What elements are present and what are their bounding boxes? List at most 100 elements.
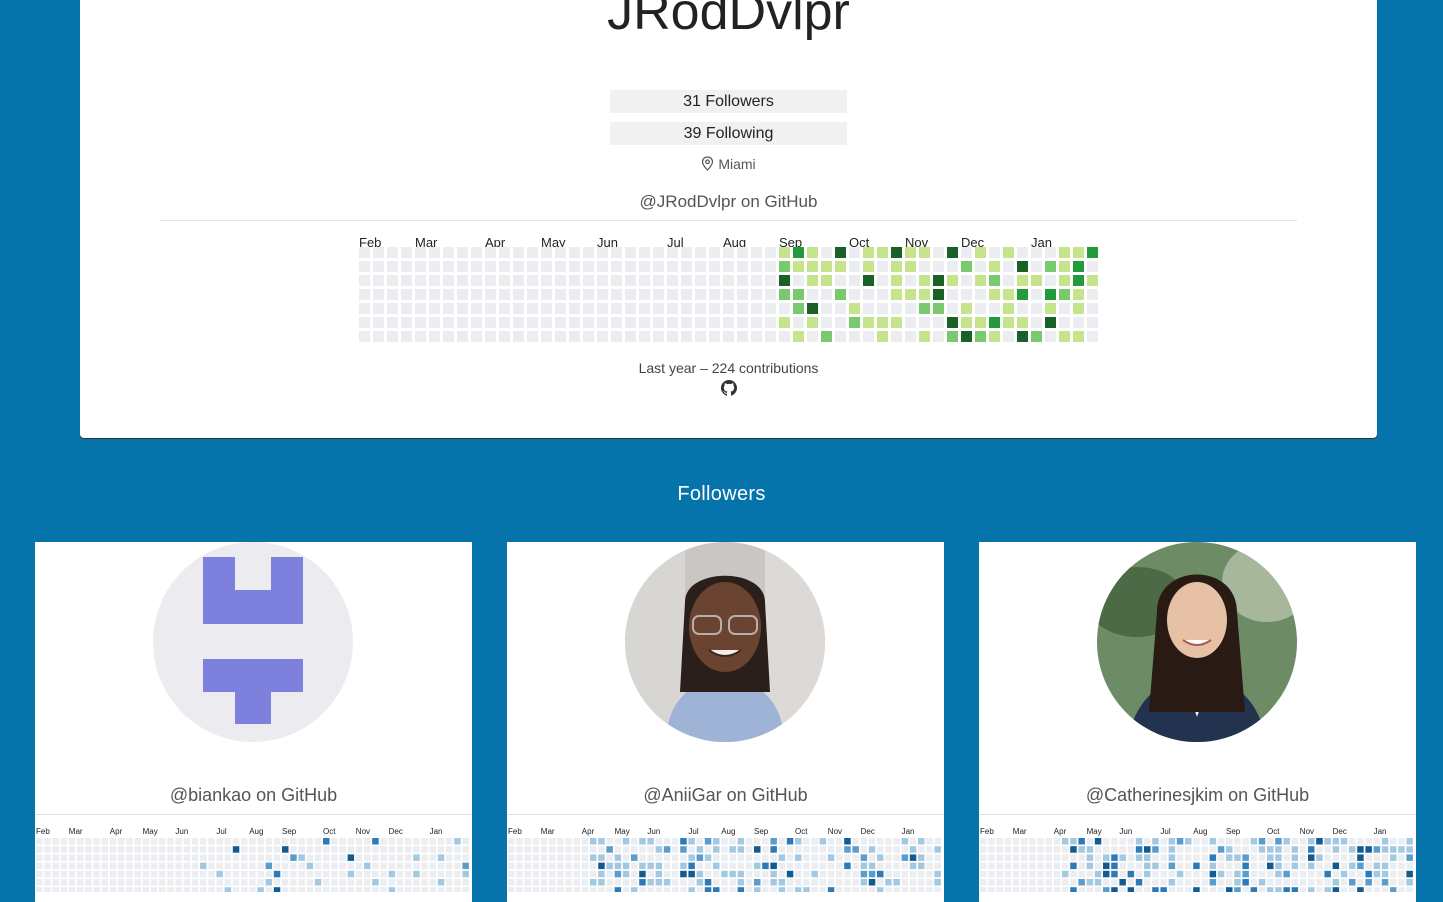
contribution-day[interactable] [996, 862, 1003, 870]
contribution-day[interactable] [877, 317, 888, 328]
contribution-day[interactable] [68, 879, 76, 886]
contribution-day[interactable] [891, 331, 902, 342]
contribution-day[interactable] [1021, 854, 1028, 861]
contribution-day[interactable] [1381, 854, 1389, 861]
contribution-day[interactable] [1373, 862, 1381, 870]
contribution-day[interactable] [721, 879, 728, 886]
contribution-day[interactable] [232, 870, 240, 878]
contribution-day[interactable] [1037, 854, 1044, 861]
contribution-day[interactable] [1160, 870, 1167, 878]
contribution-day[interactable] [565, 879, 572, 886]
contribution-day[interactable] [1012, 862, 1020, 870]
contribution-day[interactable] [786, 870, 794, 878]
contribution-day[interactable] [1406, 862, 1413, 870]
contribution-day[interactable] [183, 862, 191, 870]
contribution-day[interactable] [961, 289, 972, 300]
contribution-day[interactable] [961, 275, 972, 286]
contribution-day[interactable] [639, 870, 646, 878]
contribution-day[interactable] [1185, 879, 1192, 886]
contribution-day[interactable] [779, 289, 790, 300]
contribution-day[interactable] [1193, 879, 1200, 886]
contribution-day[interactable] [795, 854, 802, 861]
contribution-day[interactable] [77, 879, 84, 886]
contribution-day[interactable] [527, 317, 538, 328]
contribution-day[interactable] [471, 331, 482, 342]
contribution-day[interactable] [836, 854, 843, 861]
contribution-day[interactable] [208, 870, 215, 878]
contribution-day[interactable] [359, 247, 370, 258]
contribution-day[interactable] [1045, 289, 1056, 300]
contribution-day[interactable] [905, 289, 916, 300]
contribution-day[interactable] [1275, 870, 1282, 878]
contribution-day[interactable] [680, 870, 687, 878]
contribution-day[interactable] [614, 870, 622, 878]
contribution-day[interactable] [265, 846, 273, 853]
contribution-day[interactable] [200, 846, 207, 853]
contribution-day[interactable] [770, 870, 777, 878]
contribution-day[interactable] [396, 838, 404, 845]
contribution-day[interactable] [793, 331, 804, 342]
contribution-day[interactable] [101, 838, 109, 845]
contribution-day[interactable] [793, 261, 804, 272]
contribution-day[interactable] [1275, 838, 1282, 845]
contribution-day[interactable] [765, 303, 776, 314]
contribution-day[interactable] [1078, 870, 1085, 878]
contribution-day[interactable] [905, 303, 916, 314]
contribution-day[interactable] [1087, 289, 1098, 300]
contribution-day[interactable] [150, 846, 158, 853]
contribution-day[interactable] [1381, 862, 1389, 870]
contribution-day[interactable] [52, 879, 59, 886]
contribution-day[interactable] [1332, 870, 1340, 878]
contribution-day[interactable] [1073, 261, 1084, 272]
contribution-day[interactable] [101, 870, 109, 878]
contribution-day[interactable] [1390, 854, 1397, 861]
contribution-day[interactable] [387, 247, 398, 258]
contribution-day[interactable] [893, 846, 900, 853]
contribution-day[interactable] [639, 261, 650, 272]
contribution-day[interactable] [298, 846, 305, 853]
contribution-day[interactable] [1201, 870, 1208, 878]
contribution-day[interactable] [901, 870, 909, 878]
contribution-day[interactable] [355, 854, 363, 861]
contribution-day[interactable] [891, 289, 902, 300]
contribution-day[interactable] [819, 846, 827, 853]
contribution-day[interactable] [877, 303, 888, 314]
contribution-day[interactable] [704, 846, 712, 853]
contribution-day[interactable] [704, 838, 712, 845]
contribution-day[interactable] [224, 838, 232, 845]
contribution-day[interactable] [961, 261, 972, 272]
contribution-day[interactable] [988, 854, 995, 861]
contribution-day[interactable] [224, 870, 232, 878]
contribution-day[interactable] [1398, 854, 1405, 861]
contribution-day[interactable] [1045, 317, 1056, 328]
contribution-day[interactable] [737, 331, 748, 342]
contribution-day[interactable] [364, 879, 371, 886]
contribution-day[interactable] [569, 289, 580, 300]
contribution-day[interactable] [44, 879, 51, 886]
contribution-day[interactable] [1152, 838, 1159, 845]
contribution-day[interactable] [1185, 846, 1192, 853]
contribution-day[interactable] [919, 317, 930, 328]
contribution-day[interactable] [405, 846, 412, 853]
contribution-day[interactable] [1094, 862, 1102, 870]
contribution-day[interactable] [1168, 838, 1176, 845]
contribution-day[interactable] [306, 862, 314, 870]
contribution-day[interactable] [347, 870, 355, 878]
contribution-day[interactable] [339, 846, 346, 853]
contribution-day[interactable] [778, 879, 786, 886]
contribution-day[interactable] [555, 247, 566, 258]
contribution-day[interactable] [373, 317, 384, 328]
contribution-day[interactable] [232, 862, 240, 870]
contribution-day[interactable] [919, 261, 930, 272]
contribution-day[interactable] [803, 862, 810, 870]
contribution-day[interactable] [373, 289, 384, 300]
contribution-day[interactable] [770, 846, 777, 853]
contribution-day[interactable] [590, 879, 597, 886]
contribution-day[interactable] [513, 317, 524, 328]
contribution-day[interactable] [200, 879, 207, 886]
contribution-day[interactable] [232, 846, 240, 853]
contribution-day[interactable] [339, 870, 346, 878]
contribution-day[interactable] [1003, 317, 1014, 328]
contribution-day[interactable] [323, 862, 330, 870]
contribution-day[interactable] [877, 846, 884, 853]
